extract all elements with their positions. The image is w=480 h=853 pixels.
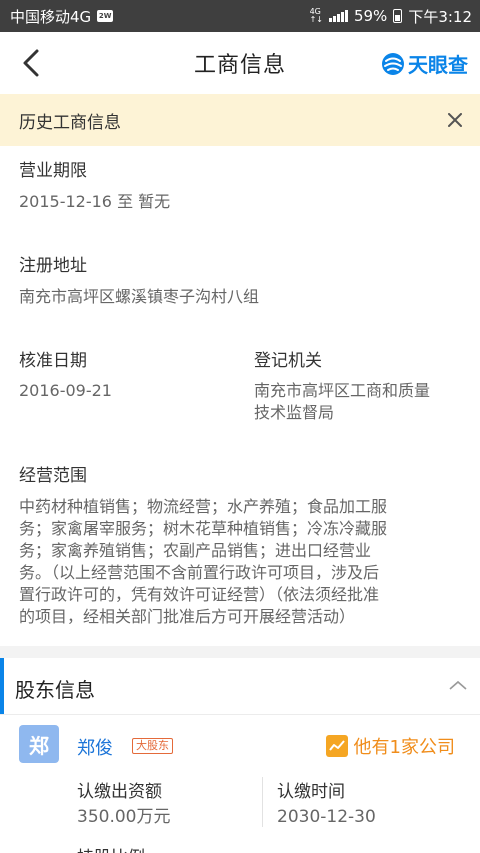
banner-text: 历史工商信息 bbox=[19, 112, 121, 133]
address-value: 南充市高坪区螺溪镇枣子沟村八组 bbox=[19, 287, 260, 306]
contribution-value: 350.00万元 bbox=[77, 807, 171, 827]
scope-line: 置行政许可的，凭有效许可证经营）（依法须经批准 bbox=[19, 585, 380, 604]
authority-value-line2: 技术监督局 bbox=[254, 403, 335, 422]
status-bar: 中国移动4G 2W 4G ↑↓ 59% 下午3:12 bbox=[0, 0, 480, 32]
contribution-label: 认缴出资额 bbox=[77, 782, 162, 802]
related-companies-text: 他有1家公司 bbox=[353, 737, 455, 758]
major-shareholder-badge: 大股东 bbox=[132, 738, 173, 754]
status-left: 中国移动4G 2W bbox=[10, 6, 114, 27]
shareholding-ratio-label: 持股比例 bbox=[77, 843, 145, 853]
section-line bbox=[0, 714, 480, 715]
collapse-button[interactable] bbox=[446, 674, 470, 696]
scope-line: 务；家禽养殖销售；农副产品销售；进出口经营业 bbox=[19, 541, 372, 560]
shareholder-name-link[interactable]: 郑俊 bbox=[77, 734, 113, 760]
scope-label: 经营范围 bbox=[19, 466, 87, 486]
carrier-text: 中国移动4G bbox=[10, 7, 92, 26]
back-button[interactable] bbox=[14, 46, 48, 80]
close-icon bbox=[448, 113, 462, 127]
shareholders-section-title: 股东信息 bbox=[15, 678, 95, 702]
subscription-date-value: 2030-12-30 bbox=[277, 807, 376, 827]
battery-icon bbox=[393, 9, 403, 23]
scope-line: 务；家禽屠宰服务；树木花草种植销售；冷冻冷藏服 bbox=[19, 519, 388, 538]
related-companies-link[interactable]: 他有1家公司 bbox=[325, 733, 455, 759]
signal-icon bbox=[328, 10, 348, 22]
banner-close-button[interactable] bbox=[444, 109, 466, 131]
section-accent-bar bbox=[0, 658, 4, 714]
brand-text: 天眼查 bbox=[408, 53, 468, 77]
brand-logo: 天眼查 bbox=[381, 49, 468, 78]
approval-date-label: 核准日期 bbox=[19, 351, 87, 371]
approval-date-value: 2016-09-21 bbox=[19, 381, 112, 400]
notification-icon: 2W bbox=[97, 10, 114, 22]
history-banner[interactable]: 历史工商信息 bbox=[0, 94, 480, 146]
address-label: 注册地址 bbox=[19, 256, 87, 276]
status-right: 4G ↑↓ 59% 下午3:12 bbox=[310, 6, 472, 27]
scope-line: 务。（以上经营范围不含前置行政许可项目，涉及后 bbox=[19, 563, 380, 582]
scope-line: 中药材种植销售；物流经营；水产养殖；食品加工服 bbox=[19, 497, 388, 516]
authority-label: 登记机关 bbox=[254, 351, 322, 371]
column-divider bbox=[262, 777, 263, 827]
trend-chart-icon bbox=[325, 735, 348, 757]
battery-text: 59% bbox=[353, 7, 388, 25]
subscription-date-label: 认缴时间 bbox=[277, 782, 345, 802]
authority-value-line1: 南充市高坪区工商和质量 bbox=[254, 381, 431, 400]
lte-icon: 4G ↑↓ bbox=[309, 7, 323, 24]
app-header: 工商信息 天眼查 bbox=[0, 32, 480, 94]
avatar: 郑 bbox=[19, 725, 59, 763]
page-title: 工商信息 bbox=[193, 53, 286, 78]
scope-line: 的项目，经相关部门批准后方可开展经营活动） bbox=[19, 607, 356, 626]
section-divider bbox=[0, 646, 480, 658]
term-label: 营业期限 bbox=[19, 161, 87, 181]
chevron-left-icon bbox=[23, 49, 39, 77]
time-text: 下午3:12 bbox=[408, 7, 472, 26]
term-value: 2015-12-16 至 暂无 bbox=[19, 192, 171, 211]
tianyancha-logo-icon bbox=[382, 52, 404, 75]
chevron-up-icon bbox=[449, 680, 467, 690]
